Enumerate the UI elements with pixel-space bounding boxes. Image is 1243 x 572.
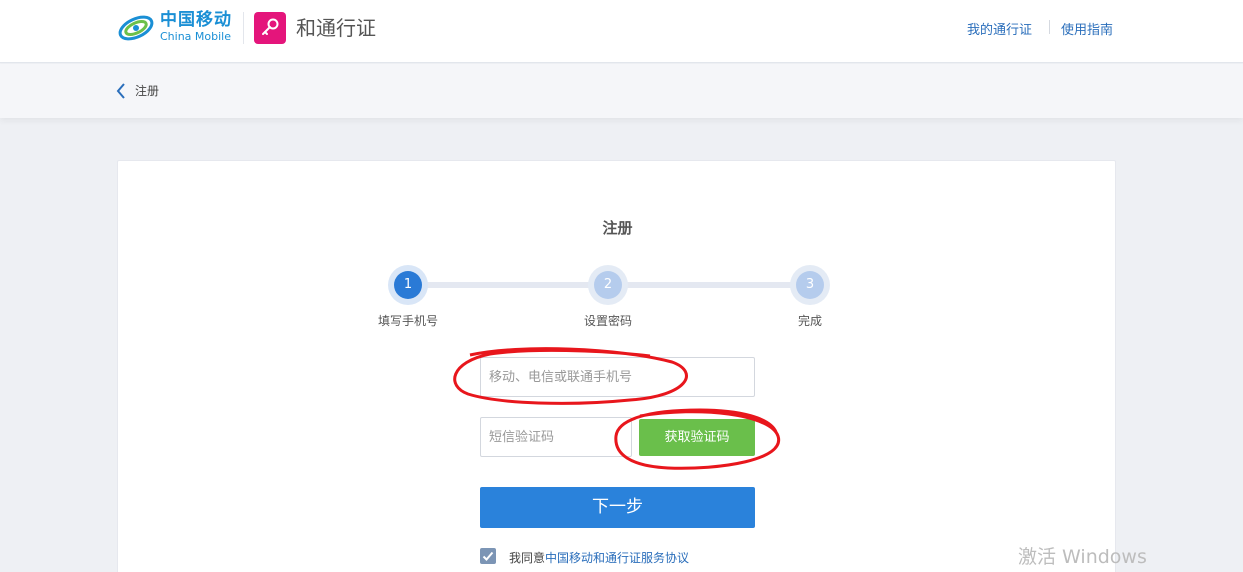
- agree-checkbox[interactable]: [480, 548, 496, 564]
- phone-input[interactable]: [480, 357, 755, 397]
- product-title: 和通行证: [296, 16, 376, 40]
- key-icon: [254, 12, 286, 44]
- register-card: 注册 1 2 3 填写手机号 设置密码 完成 获取验证码 下一步 我同意中国移动…: [117, 160, 1116, 572]
- step-2-indicator: 2: [588, 265, 628, 305]
- brand-name-en: China Mobile: [160, 30, 232, 43]
- agree-prefix: 我同意: [509, 551, 546, 565]
- my-pass-link[interactable]: 我的通行证: [967, 19, 1032, 38]
- sms-code-input[interactable]: [480, 417, 632, 457]
- service-agreement-link[interactable]: 中国移动和通行证服务协议: [545, 551, 689, 565]
- next-step-button[interactable]: 下一步: [480, 487, 755, 528]
- agreement-text: 我同意中国移动和通行证服务协议: [509, 549, 689, 566]
- top-bar: 中国移动 China Mobile 和通行证 我的通行证 使用指南: [0, 0, 1243, 63]
- step-1-number: 1: [394, 271, 422, 299]
- step-2-number: 2: [594, 271, 622, 299]
- brand-text: 中国移动 China Mobile: [160, 10, 232, 43]
- step-3-label: 完成: [797, 314, 822, 328]
- page-title: 注册: [602, 219, 633, 237]
- brand-name-cn: 中国移动: [160, 10, 232, 30]
- get-code-button[interactable]: 获取验证码: [639, 419, 755, 456]
- windows-activation-watermark: 激活 Windows: [1018, 546, 1147, 568]
- chevron-left-icon[interactable]: [114, 81, 128, 101]
- breadcrumb-bar: 注册: [0, 64, 1243, 118]
- step-2-label: 设置密码: [583, 314, 632, 328]
- step-3-number: 3: [796, 271, 824, 299]
- step-3-indicator: 3: [790, 265, 830, 305]
- link-separator: [1049, 20, 1050, 34]
- header-divider: [243, 12, 244, 44]
- step-1-label: 填写手机号: [377, 314, 438, 328]
- breadcrumb-label: 注册: [135, 84, 160, 98]
- check-icon: [482, 551, 494, 561]
- china-mobile-logo-icon: [118, 15, 154, 41]
- usage-guide-link[interactable]: 使用指南: [1061, 19, 1113, 38]
- step-1-indicator: 1: [388, 265, 428, 305]
